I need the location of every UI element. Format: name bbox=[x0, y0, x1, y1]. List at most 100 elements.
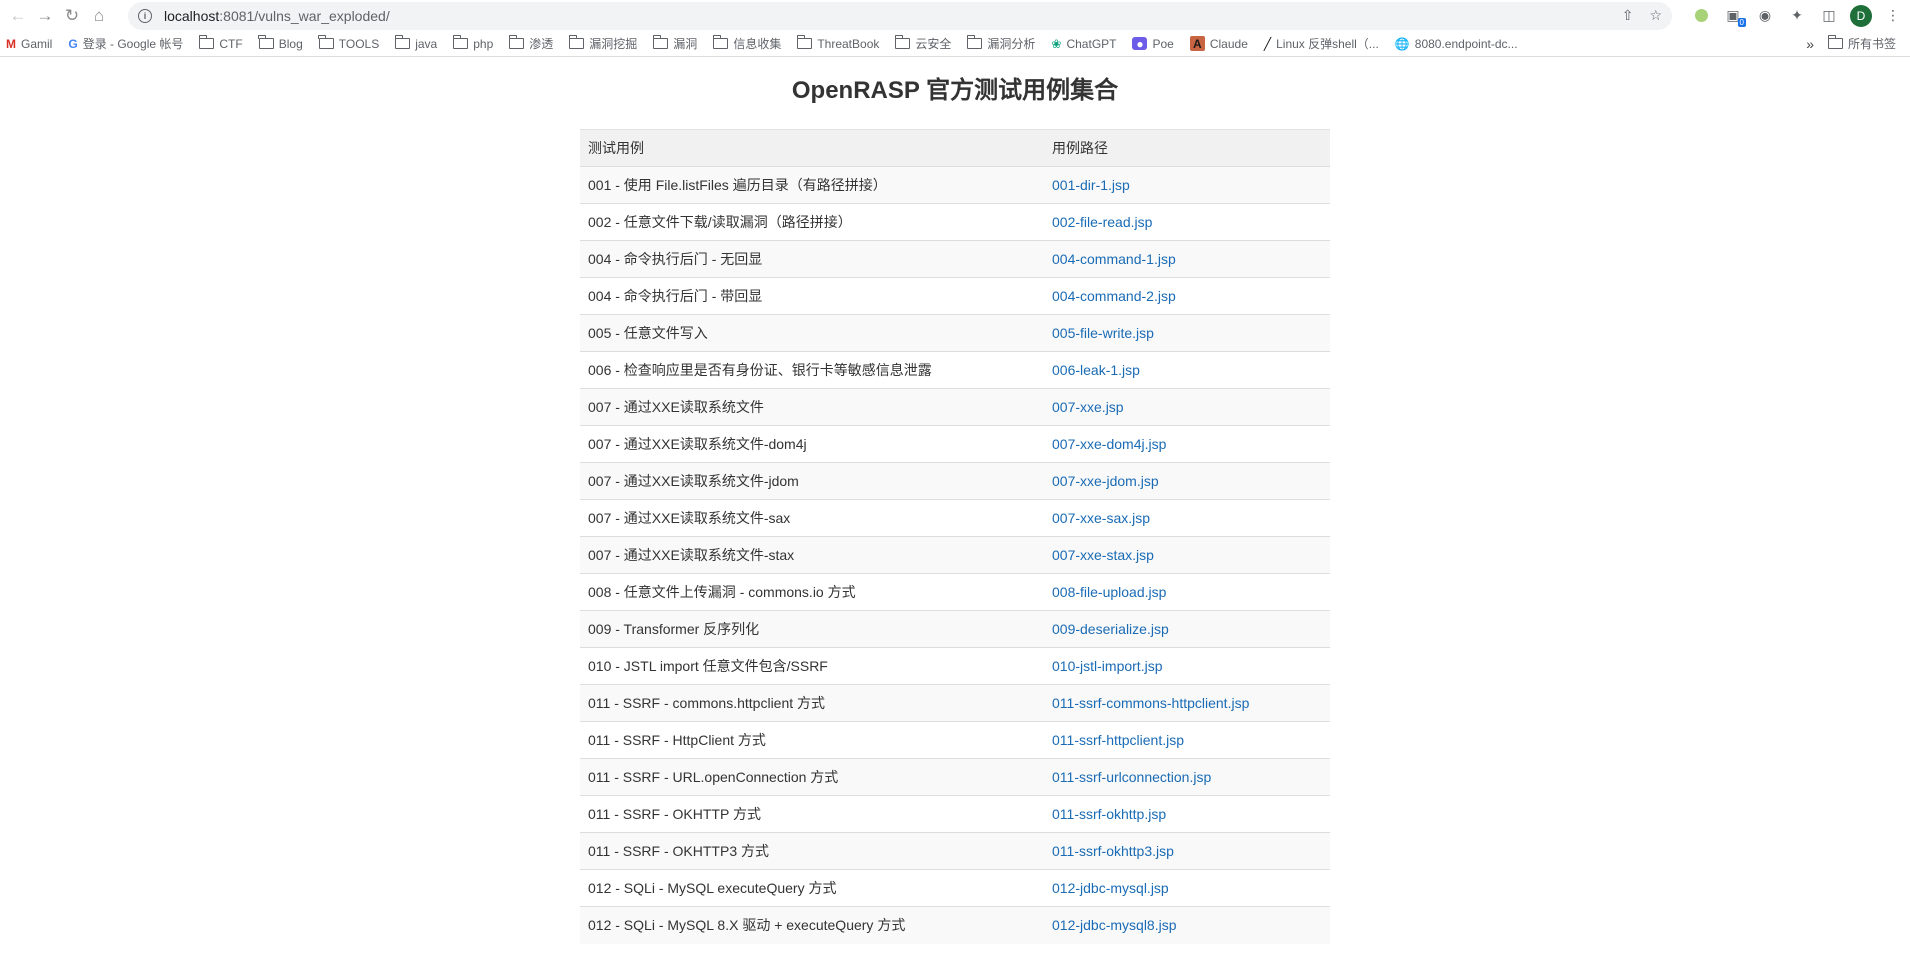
case-link[interactable]: 007-xxe-stax.jsp bbox=[1052, 547, 1154, 563]
case-link[interactable]: 001-dir-1.jsp bbox=[1052, 177, 1130, 193]
case-link[interactable]: 012-jdbc-mysql.jsp bbox=[1052, 880, 1169, 896]
bookmark-folder-ctf[interactable]: CTF bbox=[198, 35, 243, 51]
header-case-path: 用例路径 bbox=[1044, 129, 1330, 167]
case-link[interactable]: 010-jstl-import.jsp bbox=[1052, 658, 1162, 674]
case-link[interactable]: 011-ssrf-okhttp3.jsp bbox=[1052, 843, 1174, 859]
bookmark-folder-java[interactable]: java bbox=[394, 35, 437, 51]
site-info-icon[interactable]: i bbox=[138, 8, 152, 23]
case-name: 004 - 命令执行后门 - 带回显 bbox=[580, 277, 1044, 315]
bookmark-linux-shell[interactable]: ╱ Linux 反弹shell（... bbox=[1264, 35, 1379, 52]
table-row: 007 - 通过XXE读取系统文件-jdom 007-xxe-jdom.jsp bbox=[580, 462, 1330, 500]
bookmark-poe[interactable]: ● Poe bbox=[1132, 37, 1174, 51]
menu-kebab-icon[interactable]: ⋮ bbox=[1882, 5, 1904, 27]
bookmark-folder-vuln-mining[interactable]: 漏洞挖掘 bbox=[568, 35, 638, 52]
case-name: 009 - Transformer 反序列化 bbox=[580, 610, 1044, 648]
extension-counter-icon[interactable]: ▣ 0 bbox=[1722, 5, 1746, 27]
case-name: 008 - 任意文件上传漏洞 - commons.io 方式 bbox=[580, 573, 1044, 611]
all-bookmarks[interactable]: 所有书签 bbox=[1827, 35, 1896, 52]
bookmark-label: 漏洞挖掘 bbox=[589, 37, 638, 51]
bookmark-folder-tools[interactable]: TOOLS bbox=[318, 35, 380, 51]
side-panel-icon[interactable]: ◫ bbox=[1818, 5, 1840, 27]
folder-icon bbox=[318, 35, 334, 49]
address-bar[interactable]: i localhost:8081/vulns_war_exploded/ ⇧ ☆ bbox=[128, 1, 1672, 30]
bookmark-star-icon[interactable]: ☆ bbox=[1649, 7, 1662, 24]
bookmark-label: TOOLS bbox=[338, 36, 380, 51]
table-row: 011 - SSRF - commons.httpclient 方式 011-ss… bbox=[580, 684, 1330, 722]
case-link[interactable]: 006-leak-1.jsp bbox=[1052, 362, 1140, 378]
bookmark-label: 登录 - Google 帐号 bbox=[82, 37, 184, 51]
case-link[interactable]: 011-ssrf-commons-httpclient.jsp bbox=[1052, 695, 1249, 711]
back-icon[interactable]: ← bbox=[6, 4, 30, 28]
case-name: 011 - SSRF - OKHTTP3 方式 bbox=[580, 832, 1044, 870]
case-name: 007 - 通过XXE读取系统文件-sax bbox=[580, 499, 1044, 537]
bookmark-folder-vuln[interactable]: 漏洞 bbox=[652, 35, 697, 52]
profile-avatar[interactable]: D bbox=[1850, 4, 1872, 27]
bookmark-label: 云安全 bbox=[915, 37, 952, 51]
case-name: 007 - 通过XXE读取系统文件-jdom bbox=[580, 462, 1044, 500]
home-icon[interactable]: ⌂ bbox=[87, 4, 111, 28]
test-case-table: 测试用例 用例路径 001 - 使用 File.listFiles 遍历目录（有… bbox=[580, 129, 1330, 944]
case-link[interactable]: 005-file-write.jsp bbox=[1052, 325, 1154, 341]
case-link[interactable]: 007-xxe-dom4j.jsp bbox=[1052, 436, 1166, 452]
forward-icon[interactable]: → bbox=[33, 4, 57, 28]
bookmark-claude[interactable]: A Claude bbox=[1189, 36, 1248, 51]
table-row: 011 - SSRF - OKHTTP3 方式 011-ssrf-okhttp3.… bbox=[580, 832, 1330, 870]
case-link[interactable]: 009-deserialize.jsp bbox=[1052, 621, 1169, 637]
case-link[interactable]: 007-xxe-jdom.jsp bbox=[1052, 473, 1159, 489]
case-name: 010 - JSTL import 任意文件包含/SSRF bbox=[580, 647, 1044, 685]
case-link[interactable]: 011-ssrf-httpclient.jsp bbox=[1052, 732, 1184, 748]
case-link[interactable]: 012-jdbc-mysql8.jsp bbox=[1052, 917, 1177, 933]
bookmark-endpoint[interactable]: 🌐 8080.endpoint-dc... bbox=[1395, 37, 1518, 51]
case-name: 011 - SSRF - HttpClient 方式 bbox=[580, 721, 1044, 759]
bookmark-label: php bbox=[473, 36, 494, 51]
bookmark-google-login[interactable]: G 登录 - Google 帐号 bbox=[68, 35, 183, 52]
google-icon: G bbox=[68, 36, 78, 51]
case-name: 012 - SQLi - MySQL executeQuery 方式 bbox=[580, 869, 1044, 907]
bookmark-folder-vuln-analysis[interactable]: 漏洞分析 bbox=[966, 35, 1035, 52]
case-link[interactable]: 011-ssrf-okhttp.jsp bbox=[1052, 806, 1166, 822]
bookmark-folder-threatbook[interactable]: ThreatBook bbox=[796, 35, 880, 51]
folder-icon bbox=[712, 35, 729, 49]
folder-icon bbox=[894, 35, 911, 49]
bookmarks-bar: M Gamil G 登录 - Google 帐号 CTF Blog TOOLS ja… bbox=[0, 31, 1910, 57]
case-link[interactable]: 008-file-upload.jsp bbox=[1052, 584, 1166, 600]
bookmark-gmail[interactable]: M Gamil bbox=[6, 37, 52, 51]
case-name: 004 - 命令执行后门 - 无回显 bbox=[580, 240, 1044, 278]
bookmark-folder-blog[interactable]: Blog bbox=[258, 35, 303, 51]
globe-icon: 🌐 bbox=[1394, 36, 1410, 51]
case-name: 011 - SSRF - URL.openConnection 方式 bbox=[580, 758, 1044, 796]
poe-icon: ● bbox=[1132, 37, 1148, 51]
case-link[interactable]: 007-xxe-sax.jsp bbox=[1052, 510, 1150, 526]
case-link[interactable]: 011-ssrf-urlconnection.jsp bbox=[1052, 769, 1211, 785]
reload-icon[interactable]: ↻ bbox=[60, 4, 84, 28]
extension-eye-icon[interactable]: ◉ bbox=[1754, 5, 1776, 27]
extension-badge: 0 bbox=[1737, 17, 1746, 27]
folder-icon bbox=[652, 35, 669, 49]
extension-green-icon[interactable] bbox=[1690, 5, 1712, 27]
folder-icon bbox=[568, 35, 585, 49]
table-row: 007 - 通过XXE读取系统文件-stax 007-xxe-stax.jsp bbox=[580, 536, 1330, 574]
share-icon[interactable]: ⇧ bbox=[1622, 7, 1634, 24]
more-bookmarks-chevron-icon[interactable]: » bbox=[1806, 36, 1814, 52]
extensions-puzzle-icon[interactable]: ✦ bbox=[1786, 5, 1808, 27]
bookmark-folder-cloud-security[interactable]: 云安全 bbox=[894, 35, 952, 52]
case-link[interactable]: 004-command-1.jsp bbox=[1052, 251, 1176, 267]
bookmark-folder-info-gathering[interactable]: 信息收集 bbox=[712, 35, 781, 52]
table-row: 012 - SQLi - MySQL 8.X 驱动 + executeQuery… bbox=[580, 906, 1330, 944]
case-link[interactable]: 004-command-2.jsp bbox=[1052, 288, 1176, 304]
case-link[interactable]: 007-xxe.jsp bbox=[1052, 399, 1124, 415]
table-row: 009 - Transformer 反序列化 009-deserialize.js… bbox=[580, 610, 1330, 648]
table-row: 008 - 任意文件上传漏洞 - commons.io 方式 008-file-u… bbox=[580, 573, 1330, 611]
table-row: 012 - SQLi - MySQL executeQuery 方式 012-jd… bbox=[580, 869, 1330, 907]
gmail-icon: M bbox=[6, 36, 16, 51]
bookmark-label: ThreatBook bbox=[817, 36, 880, 51]
folder-icon bbox=[1827, 35, 1843, 49]
bookmark-folder-pentest[interactable]: 渗透 bbox=[508, 35, 553, 52]
bookmark-folder-php[interactable]: php bbox=[452, 35, 494, 51]
table-row: 007 - 通过XXE读取系统文件-dom4j 007-xxe-dom4j.jsp bbox=[580, 425, 1330, 463]
linux-icon: ╱ bbox=[1263, 36, 1272, 51]
table-row: 004 - 命令执行后门 - 带回显 004-command-2.jsp bbox=[580, 277, 1330, 315]
case-link[interactable]: 002-file-read.jsp bbox=[1052, 214, 1152, 230]
bookmark-chatgpt[interactable]: ❀ ChatGPT bbox=[1051, 37, 1116, 51]
case-name: 007 - 通过XXE读取系统文件-stax bbox=[580, 536, 1044, 574]
